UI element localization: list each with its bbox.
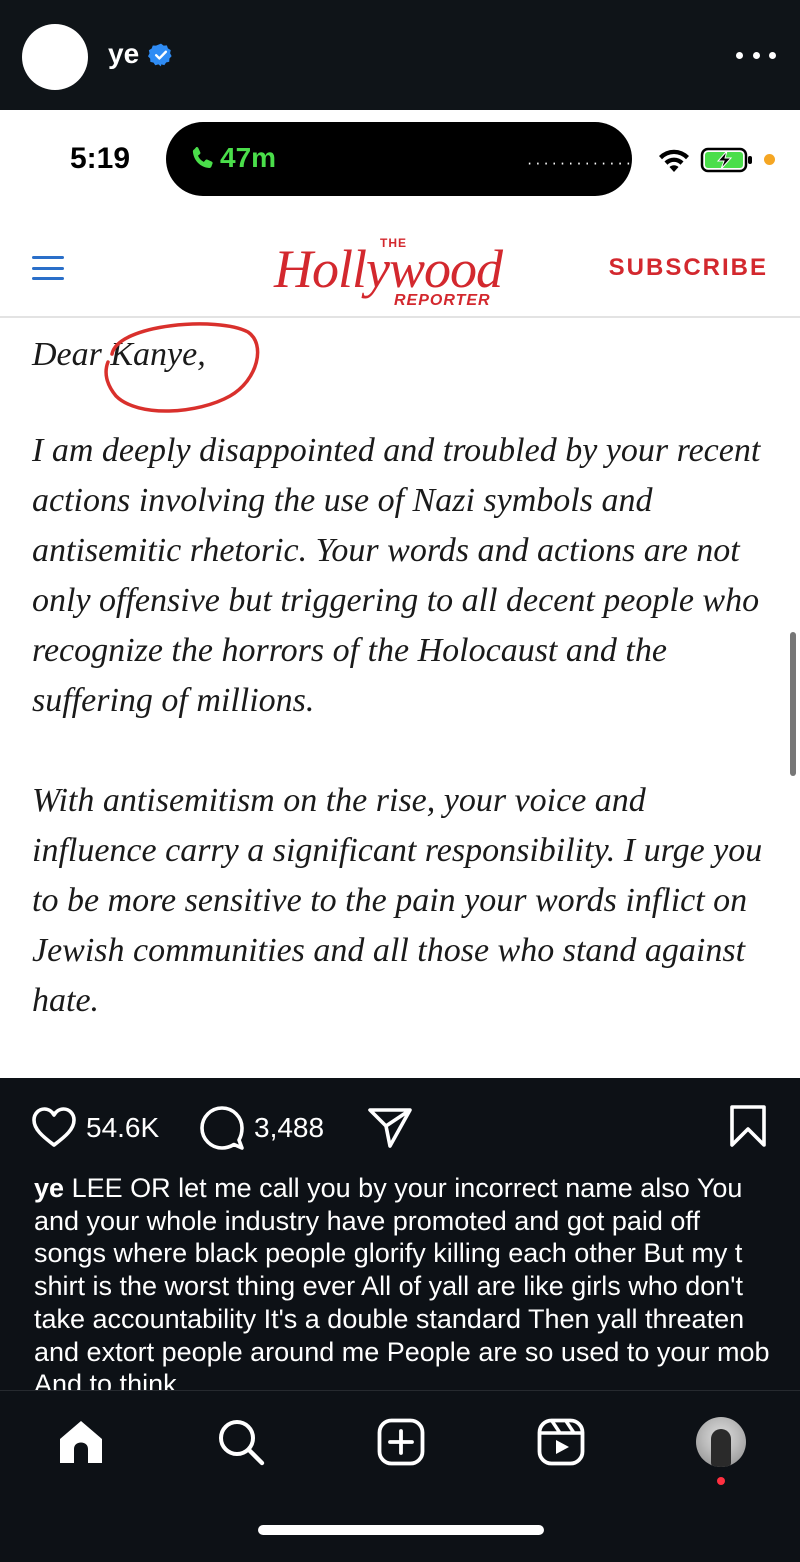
more-options-icon[interactable] [736, 40, 776, 70]
privacy-indicator-dot [764, 154, 775, 165]
post-caption[interactable]: ye LEE OR let me call you by your incorr… [34, 1172, 774, 1390]
wifi-icon [659, 149, 689, 172]
post-header: ye [0, 0, 800, 110]
caption-text: LEE OR let me call you by your incorrect… [34, 1173, 770, 1390]
bottom-navigation [0, 1390, 800, 1562]
create-post-icon[interactable] [376, 1417, 426, 1467]
nav-search[interactable] [216, 1417, 266, 1467]
audio-waveform: ··············· [526, 157, 650, 171]
post-author-username[interactable]: ye [108, 38, 139, 70]
dynamic-island: 47m ··············· [166, 122, 648, 196]
nav-home[interactable] [56, 1417, 106, 1467]
letter-salutation: Dear Kanye, [32, 336, 206, 373]
like-action[interactable]: 54.6K [30, 1104, 159, 1152]
status-clock: 5:19 [70, 142, 131, 175]
phone-status-bar: 5:19 47m ··············· [0, 110, 800, 210]
bookmark-icon[interactable] [728, 1104, 768, 1148]
notification-dot [717, 1477, 725, 1485]
page-scrollbar[interactable] [790, 632, 796, 776]
hamburger-menu-icon[interactable] [32, 256, 64, 280]
post-actions: 54.6K 3,488 [0, 1078, 800, 1170]
comment-count[interactable]: 3,488 [254, 1112, 324, 1144]
share-icon[interactable] [366, 1104, 414, 1152]
call-duration: 47m [220, 142, 277, 173]
letter-paragraph: I am deeply disappointed and troubled by… [32, 432, 761, 719]
nav-reels[interactable] [536, 1417, 586, 1467]
battery-charging-icon [700, 147, 752, 173]
hollywood-reporter-logo[interactable]: Hollywood THE REPORTER [268, 230, 538, 309]
heart-icon[interactable] [30, 1104, 78, 1152]
home-indicator-bar[interactable] [258, 1525, 544, 1535]
search-icon[interactable] [216, 1417, 266, 1467]
logo-reporter: REPORTER [394, 292, 491, 309]
nav-profile-avatar[interactable] [696, 1417, 746, 1467]
verified-badge-icon [148, 43, 172, 67]
post-image: 5:19 47m ··············· Hollywood THE R… [0, 110, 800, 1078]
subscribe-link[interactable]: SUBSCRIBE [609, 254, 768, 282]
letter-body: Dear Kanye, I am deeply disappointed and… [32, 330, 772, 1076]
caption-username[interactable]: ye [34, 1173, 64, 1203]
site-header: Hollywood THE REPORTER SUBSCRIBE [0, 210, 800, 318]
comment-action[interactable]: 3,488 [198, 1104, 324, 1152]
logo-the: THE [380, 236, 407, 250]
home-icon[interactable] [56, 1417, 106, 1467]
reels-icon[interactable] [536, 1417, 586, 1467]
comment-icon[interactable] [198, 1104, 246, 1152]
like-count[interactable]: 54.6K [86, 1112, 159, 1144]
post-author-avatar[interactable] [22, 24, 88, 90]
nav-create[interactable] [376, 1417, 426, 1467]
phone-icon [192, 146, 213, 169]
letter-paragraph: With antisemitism on the rise, your voic… [32, 782, 763, 1019]
